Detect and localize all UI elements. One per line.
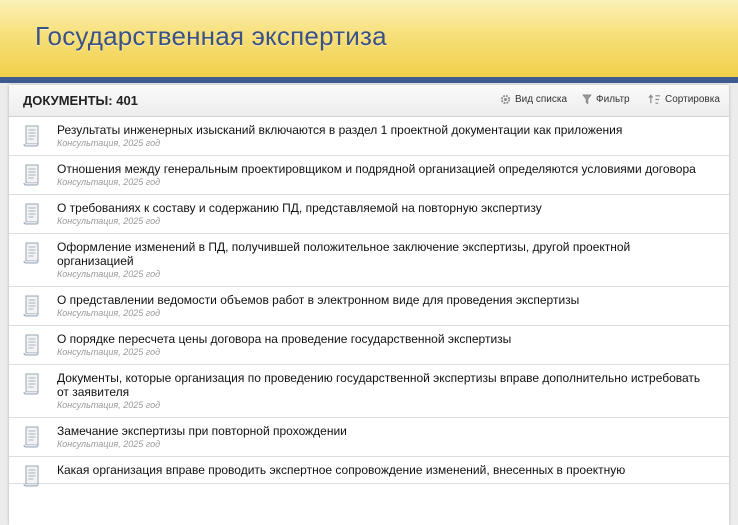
- document-list-item[interactable]: О порядке пересчета цены договора на про…: [9, 326, 729, 365]
- document-list-item[interactable]: Какая организация вправе проводить экспе…: [9, 457, 729, 487]
- document-icon: [22, 426, 42, 453]
- documents-count: ДОКУМЕНТЫ: 401: [23, 93, 138, 108]
- document-list-item[interactable]: Оформление изменений в ПД, получившей по…: [9, 234, 729, 287]
- document-list-item[interactable]: Документы, которые организация по провед…: [9, 365, 729, 418]
- document-title[interactable]: Оформление изменений в ПД, получившей по…: [57, 240, 709, 268]
- document-icon: [22, 203, 42, 230]
- document-list-item[interactable]: Результаты инженерных изысканий включают…: [9, 117, 729, 156]
- document-list-item[interactable]: Замечание экспертизы при повторной прохо…: [9, 418, 729, 457]
- app-header: Государственная экспертиза: [0, 0, 738, 77]
- document-title[interactable]: Замечание экспертизы при повторной прохо…: [57, 424, 709, 438]
- view-list-button[interactable]: Вид списка: [500, 94, 567, 105]
- list-toolbar: ДОКУМЕНТЫ: 401 Вид списка Фильтр Сортиро…: [9, 85, 729, 117]
- page-title: Государственная экспертиза: [35, 21, 387, 51]
- document-icon: [22, 295, 42, 322]
- document-icon: [22, 465, 42, 492]
- document-title[interactable]: О требованиях к составу и содержанию ПД,…: [57, 201, 709, 215]
- document-meta: Консультация, 2025 год: [57, 269, 161, 279]
- gear-icon: [500, 94, 511, 105]
- header-divider: [0, 77, 738, 83]
- document-meta: Консультация, 2025 год: [57, 347, 161, 357]
- document-title[interactable]: О представлении ведомости объемов работ …: [57, 293, 709, 307]
- document-list: Результаты инженерных изысканий включают…: [9, 117, 729, 487]
- documents-panel: ДОКУМЕНТЫ: 401 Вид списка Фильтр Сортиро…: [9, 85, 729, 525]
- document-title[interactable]: Какая организация вправе проводить экспе…: [57, 463, 709, 477]
- document-meta: Консультация, 2025 год: [57, 439, 161, 449]
- sort-label: Сортировка: [665, 94, 720, 105]
- document-title[interactable]: О порядке пересчета цены договора на про…: [57, 332, 709, 346]
- document-list-item[interactable]: О требованиях к составу и содержанию ПД,…: [9, 195, 729, 234]
- document-icon: [22, 373, 42, 400]
- filter-button[interactable]: Фильтр: [582, 94, 630, 105]
- funnel-icon: [582, 94, 592, 105]
- document-title[interactable]: Результаты инженерных изысканий включают…: [57, 123, 709, 137]
- document-icon: [22, 125, 42, 152]
- document-list-item[interactable]: О представлении ведомости объемов работ …: [9, 287, 729, 326]
- document-list-item[interactable]: Отношения между генеральным проектировщи…: [9, 156, 729, 195]
- document-icon: [22, 242, 42, 269]
- document-meta: Консультация, 2025 год: [57, 138, 161, 148]
- document-title[interactable]: Отношения между генеральным проектировщи…: [57, 162, 709, 176]
- sort-icon: [648, 94, 660, 104]
- document-meta: Консультация, 2025 год: [57, 216, 161, 226]
- filter-label: Фильтр: [596, 94, 630, 105]
- document-title[interactable]: Документы, которые организация по провед…: [57, 371, 709, 399]
- document-meta: Консультация, 2025 год: [57, 400, 161, 410]
- document-icon: [22, 164, 42, 191]
- sort-button[interactable]: Сортировка: [648, 94, 720, 105]
- document-meta: Консультация, 2025 год: [57, 177, 161, 187]
- view-list-label: Вид списка: [515, 94, 568, 105]
- document-meta: Консультация, 2025 год: [57, 308, 161, 318]
- document-icon: [22, 334, 42, 361]
